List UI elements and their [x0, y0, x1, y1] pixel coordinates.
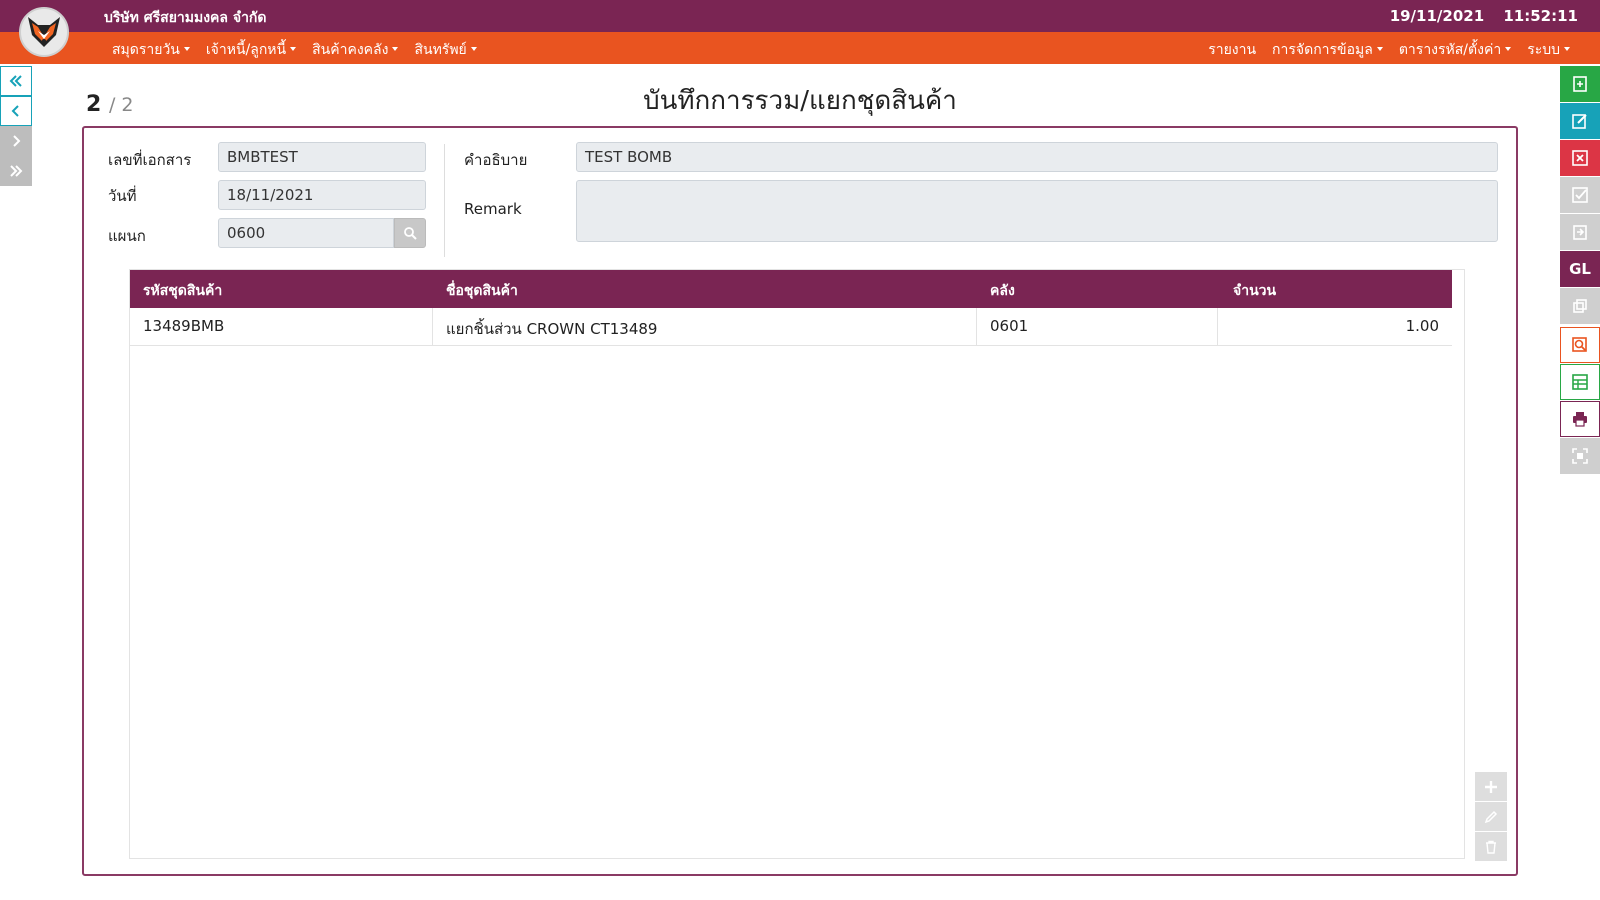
gl-icon: GL	[1569, 260, 1591, 278]
last-record-button[interactable]	[0, 156, 32, 186]
trash-icon	[1486, 840, 1496, 854]
menu-data-management[interactable]: การจัดการข้อมูล	[1264, 39, 1391, 61]
plus-icon	[1485, 780, 1497, 793]
form-divider	[444, 144, 445, 257]
current-time: 11:52:11	[1503, 7, 1578, 25]
column-header-kit-name[interactable]: ชื่อชุดสินค้า	[446, 280, 518, 302]
app-logo[interactable]	[19, 7, 69, 57]
gl-button[interactable]: GL	[1560, 251, 1600, 287]
print-button[interactable]	[1560, 401, 1600, 437]
menu-ap-ar[interactable]: เจ้าหนี้/ลูกหนี้	[198, 39, 304, 61]
approve-button[interactable]	[1560, 177, 1600, 213]
menu-inventory[interactable]: สินค้าคงคลัง	[304, 39, 406, 61]
menu-bar: สมุดรายวัน เจ้าหนี้/ลูกหนี้ สินค้าคงคลัง…	[0, 32, 1600, 64]
company-name: บริษัท ศรีสยามมงคล จำกัด	[104, 10, 267, 26]
cell-quantity[interactable]: 1.00	[1218, 308, 1452, 346]
description-label: คำอธิบาย	[464, 151, 528, 169]
action-toolbar: GL	[1560, 66, 1600, 475]
column-header-kit-code[interactable]: รหัสชุดสินค้า	[143, 280, 222, 302]
chevron-right-icon	[13, 135, 21, 147]
remark-label: Remark	[464, 200, 522, 218]
double-chevron-right-icon	[10, 165, 23, 177]
search-document-button[interactable]	[1560, 327, 1600, 363]
spreadsheet-icon	[1572, 374, 1588, 390]
current-date: 19/11/2021	[1389, 7, 1485, 25]
page-title: บันทึกการรวม/แยกชุดสินค้า	[643, 86, 957, 116]
document-form: เลขที่เอกสาร BMBTEST วันที่ 18/11/2021 แ…	[82, 126, 1518, 876]
cancel-document-icon	[1572, 150, 1588, 166]
dept-field[interactable]: 0600	[218, 218, 394, 248]
date-field[interactable]: 18/11/2021	[218, 180, 426, 210]
dept-search-button[interactable]	[394, 218, 426, 248]
remark-field[interactable]	[576, 180, 1498, 242]
delete-row-button[interactable]	[1475, 832, 1507, 861]
next-record-button[interactable]	[0, 126, 32, 156]
scan-icon	[1572, 448, 1588, 464]
search-icon	[404, 227, 417, 240]
edit-row-button[interactable]	[1475, 802, 1507, 831]
scan-button[interactable]	[1560, 438, 1600, 474]
export-button[interactable]	[1560, 214, 1600, 250]
copy-icon	[1573, 299, 1587, 313]
doc-no-field[interactable]: BMBTEST	[218, 142, 426, 172]
spreadsheet-button[interactable]	[1560, 364, 1600, 400]
print-icon	[1573, 412, 1587, 427]
menu-reports[interactable]: รายงาน	[1200, 39, 1264, 61]
add-row-button[interactable]	[1475, 772, 1507, 801]
menu-system[interactable]: ระบบ	[1519, 39, 1578, 61]
date-label: วันที่	[108, 187, 137, 205]
search-document-icon	[1572, 337, 1587, 352]
dept-label: แผนก	[108, 227, 146, 245]
menu-code-settings[interactable]: ตารางรหัส/ตั้งค่า	[1391, 39, 1519, 61]
column-header-warehouse[interactable]: คลัง	[990, 280, 1015, 302]
datetime: 19/11/2021 11:52:11	[1376, 7, 1578, 25]
menu-journal[interactable]: สมุดรายวัน	[104, 39, 198, 61]
column-header-quantity[interactable]: จำนวน	[1233, 280, 1276, 302]
menu-assets[interactable]: สินทรัพย์	[406, 39, 484, 61]
top-bar: บริษัท ศรีสยามมงคล จำกัด 19/11/2021 11:5…	[0, 0, 1600, 32]
cell-warehouse[interactable]: 0601	[977, 308, 1218, 346]
grid-header: รหัสชุดสินค้า ชื่อชุดสินค้า คลัง จำนวน	[130, 270, 1452, 308]
grid-tools	[1475, 772, 1507, 862]
pencil-icon	[1484, 810, 1498, 823]
table-row[interactable]: 13489BMB แยกชิ้นส่วน CROWN CT13489 0601 …	[130, 308, 1452, 346]
items-grid: รหัสชุดสินค้า ชื่อชุดสินค้า คลัง จำนวน 1…	[129, 269, 1465, 859]
cancel-button[interactable]	[1560, 140, 1600, 176]
export-icon	[1573, 225, 1587, 240]
description-field[interactable]: TEST BOMB	[576, 142, 1498, 172]
copy-button[interactable]	[1560, 288, 1600, 324]
cell-kit-code[interactable]: 13489BMB	[130, 308, 433, 346]
doc-no-label: เลขที่เอกสาร	[108, 151, 192, 169]
approve-icon	[1572, 187, 1588, 203]
cell-kit-name[interactable]: แยกชิ้นส่วน CROWN CT13489	[433, 308, 977, 346]
fox-logo-icon	[28, 17, 60, 47]
